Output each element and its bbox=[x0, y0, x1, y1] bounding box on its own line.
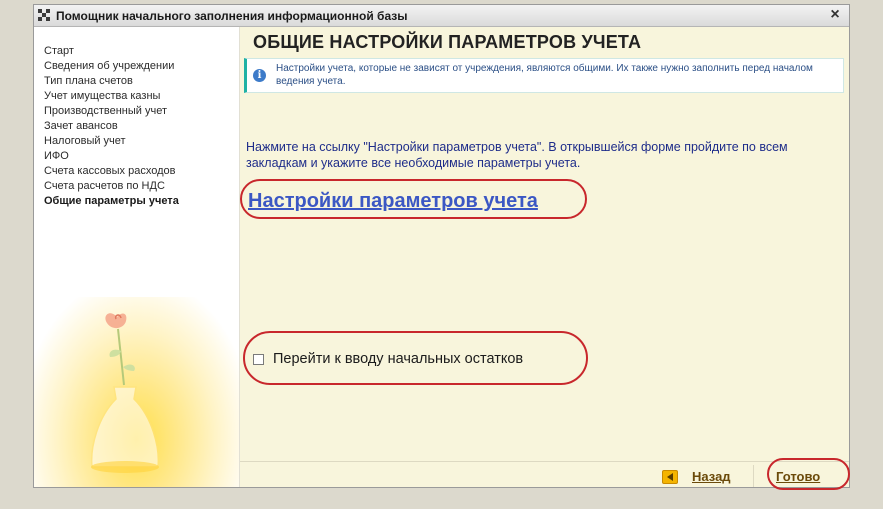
close-icon[interactable]: × bbox=[827, 7, 843, 23]
sidebar-step[interactable]: ИФО bbox=[44, 149, 179, 164]
sidebar-step[interactable]: Производственный учет bbox=[44, 104, 179, 119]
info-banner: i Настройки учета, которые не зависят от… bbox=[244, 58, 844, 93]
app-icon bbox=[38, 9, 50, 21]
sidebar-step[interactable]: Общие параметры учета bbox=[44, 194, 179, 209]
title-bar: Помощник начального заполнения информаци… bbox=[34, 5, 849, 27]
sidebar-step[interactable]: Тип плана счетов bbox=[44, 74, 179, 89]
done-button[interactable]: Готово bbox=[776, 469, 820, 484]
back-button-label: Назад bbox=[692, 469, 731, 484]
page-title: ОБЩИЕ НАСТРОЙКИ ПАРАМЕТРОВ УЧЕТА bbox=[253, 32, 642, 52]
sidebar-step[interactable]: Зачет авансов bbox=[44, 119, 179, 134]
steps-list: Старт Сведения об учреждении Тип плана сче… bbox=[44, 44, 179, 209]
steps-sidebar: Старт Сведения об учреждении Тип плана сче… bbox=[34, 27, 240, 487]
info-text: Настройки учета, которые не зависят от у… bbox=[276, 63, 813, 87]
sidebar-step[interactable]: Сведения об учреждении bbox=[44, 59, 179, 74]
footer-separator bbox=[753, 465, 754, 487]
sidebar-step[interactable]: Старт bbox=[44, 44, 179, 59]
initial-balances-label[interactable]: Перейти к вводу начальных остатков bbox=[273, 351, 523, 367]
info-icon: i bbox=[253, 69, 266, 82]
sidebar-step[interactable]: Налоговый учет bbox=[44, 134, 179, 149]
flower-vase-icon bbox=[90, 313, 160, 473]
main-panel: ОБЩИЕ НАСТРОЙКИ ПАРАМЕТРОВ УЧЕТА i Настр… bbox=[240, 27, 850, 490]
settings-parameters-link[interactable]: Настройки параметров учета bbox=[248, 190, 538, 213]
instruction-text: Нажмите на ссылку "Настройки параметров … bbox=[246, 140, 788, 170]
assistant-window: Помощник начального заполнения информаци… bbox=[33, 4, 850, 490]
initial-balances-checkbox[interactable] bbox=[253, 354, 264, 365]
sidebar-step[interactable]: Счета расчетов по НДС bbox=[44, 179, 179, 194]
sidebar-step[interactable]: Учет имущества казны bbox=[44, 89, 179, 104]
window-title: Помощник начального заполнения информаци… bbox=[56, 9, 408, 23]
sidebar-step[interactable]: Счета кассовых расходов bbox=[44, 164, 179, 179]
footer-divider bbox=[240, 461, 849, 462]
arrow-left-icon bbox=[662, 470, 678, 484]
